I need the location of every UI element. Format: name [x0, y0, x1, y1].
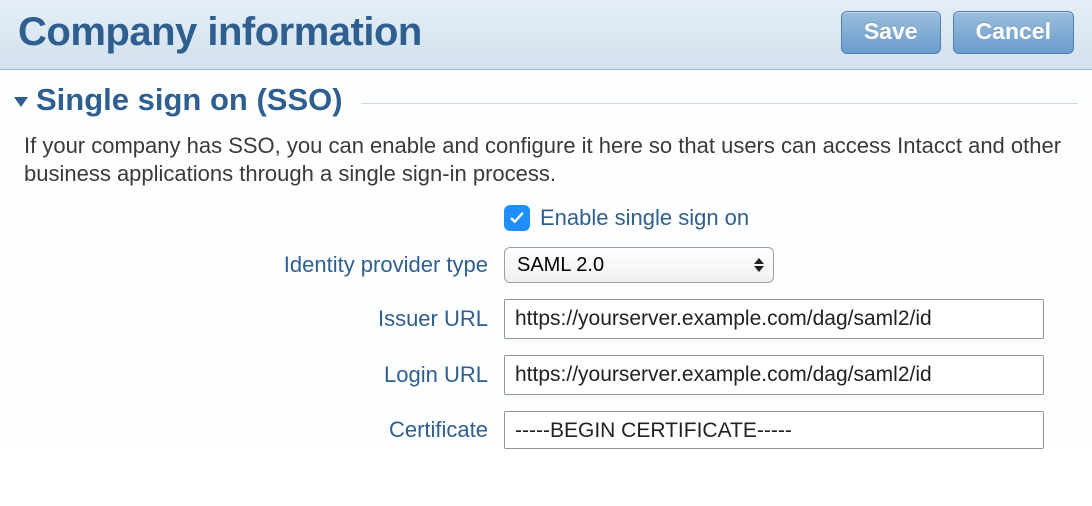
disclosure-triangle-icon[interactable] [14, 97, 28, 107]
issuer-url-row: Issuer URL [14, 299, 1078, 339]
cancel-button[interactable]: Cancel [953, 11, 1074, 54]
certificate-input[interactable] [504, 411, 1044, 449]
login-url-row: Login URL [14, 355, 1078, 395]
section-legend: Single sign on (SSO) [14, 82, 1078, 118]
issuer-url-label: Issuer URL [14, 306, 504, 332]
certificate-row: Certificate [14, 411, 1078, 449]
header-bar: Company information Save Cancel [0, 0, 1092, 70]
header-buttons: Save Cancel [841, 11, 1074, 54]
certificate-label: Certificate [14, 417, 504, 443]
enable-sso-checkbox[interactable] [504, 205, 530, 231]
issuer-url-input[interactable] [504, 299, 1044, 339]
content-area: Single sign on (SSO) If your company has… [0, 70, 1092, 449]
idp-type-label: Identity provider type [14, 252, 504, 278]
section-description: If your company has SSO, you can enable … [24, 132, 1068, 187]
enable-sso-row: Enable single sign on [14, 205, 1078, 231]
enable-sso-label: Enable single sign on [540, 205, 749, 231]
login-url-label: Login URL [14, 362, 504, 388]
idp-type-select[interactable]: SAML 2.0 [504, 247, 774, 283]
login-url-input[interactable] [504, 355, 1044, 395]
checkmark-icon [508, 209, 526, 227]
idp-type-row: Identity provider type SAML 2.0 [14, 247, 1078, 283]
section-title: Single sign on (SSO) [36, 82, 343, 118]
save-button[interactable]: Save [841, 11, 941, 54]
page-title: Company information [18, 10, 422, 55]
